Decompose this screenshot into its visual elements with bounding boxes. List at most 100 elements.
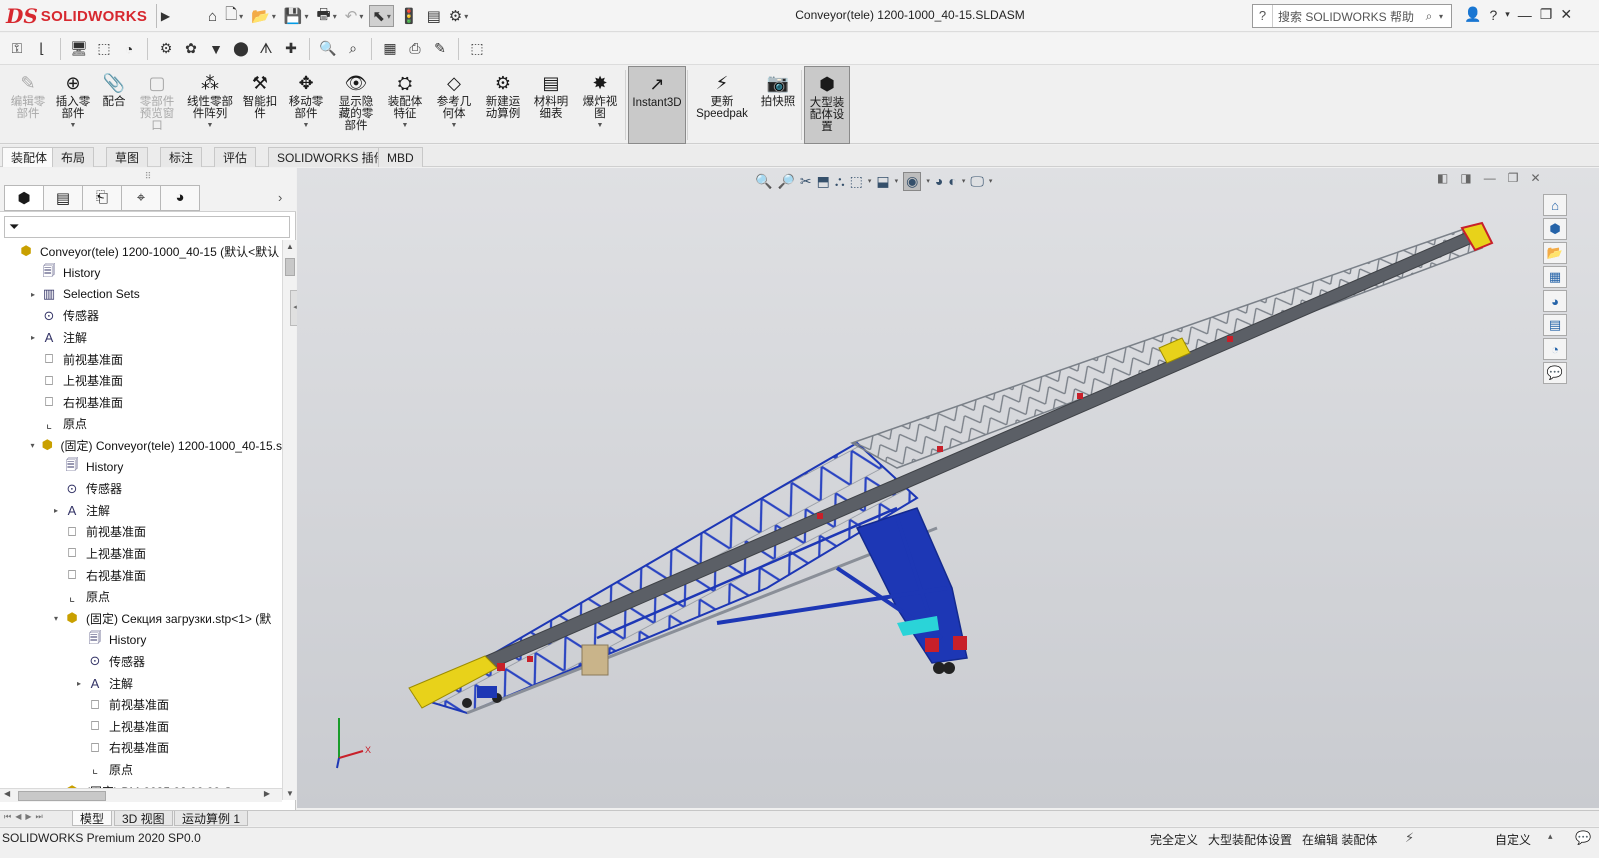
open-button[interactable]: 📂 ▾ <box>249 5 278 27</box>
hud-dropdown-icon[interactable]: ▾ <box>868 177 872 185</box>
search-icon[interactable]: ⌕ <box>1419 9 1439 24</box>
ribbon-button-8[interactable]: ⛭ 装配体 特征 ▼ <box>382 66 428 144</box>
toolbar2-icon-0[interactable]: ⚿ <box>6 38 28 60</box>
tree-horizontal-scrollbar[interactable]: ◀ ▶ <box>0 788 282 802</box>
tail-wheel-1[interactable] <box>462 698 472 708</box>
viewport-restore-button[interactable]: ❐ <box>1508 171 1519 185</box>
mast-wheel-red-2[interactable] <box>953 636 967 650</box>
bottom-tab-0[interactable]: 模型 <box>72 811 113 826</box>
toolbar2-icon-14[interactable]: ⎙ <box>404 38 426 60</box>
tab-5[interactable]: SOLIDWORKS 插件 <box>268 147 395 167</box>
select-tool-button[interactable]: ⬉ ▾ <box>369 5 394 27</box>
tree-node[interactable]: ⎕ 上视基准面 <box>0 715 282 737</box>
solidworks-logo[interactable]: DS SOLIDWORKS <box>6 2 152 30</box>
ribbon-button-1[interactable]: ⊕ 插入零 部件 ▼ <box>52 66 94 144</box>
ribbon-arrow-12[interactable]: ▼ <box>597 122 604 129</box>
hud-dropdown-icon[interactable]: ▾ <box>895 177 899 185</box>
panel-tab-4[interactable]: ◕ <box>160 184 200 211</box>
ribbon-arrow-1[interactable]: ▼ <box>70 122 77 129</box>
tree-node[interactable]: ▸ A 注解 <box>0 326 282 348</box>
minimize-button[interactable]: — <box>1518 7 1532 23</box>
options-button[interactable]: ⚙ ▾ <box>447 5 470 27</box>
hud-icon-4[interactable]: ⛬ <box>835 173 845 190</box>
undo-button[interactable]: ↶ ▾ <box>343 5 366 27</box>
tree-toggle-icon[interactable]: ▸ <box>27 290 39 299</box>
taskpane-icon-1[interactable]: ⬢ <box>1543 218 1567 240</box>
ribbon-button-3[interactable]: ▢ 零部件 预览窗口 <box>134 66 180 144</box>
taskpane-icon-6[interactable]: ◔ <box>1543 338 1567 360</box>
conveyor-model[interactable] <box>297 168 1599 808</box>
file-properties-button[interactable]: ▤ <box>425 5 443 27</box>
tab-0[interactable]: 装配体 <box>2 147 57 167</box>
tree-node[interactable]: ⎕ 右视基准面 <box>0 564 282 586</box>
hud-icon-0[interactable]: 🔍 <box>755 173 772 190</box>
restore-button[interactable]: ❐ <box>1540 6 1553 23</box>
bottom-tab-2[interactable]: 运动算例 1 <box>174 811 249 826</box>
ribbon-arrow-4[interactable]: ▼ <box>207 122 214 129</box>
bottom-nav-icon-1[interactable]: ◀ <box>15 812 21 822</box>
tree-node[interactable]: ⬢ Conveyor(tele) 1200-1000_40-15 (默认<默认 <box>0 240 282 262</box>
tree-toggle-icon[interactable]: ▸ <box>73 679 85 688</box>
hud-icon-5[interactable]: ⬚ <box>850 173 863 190</box>
tree-node[interactable]: ⊙ 传感器 <box>0 478 282 500</box>
hud-icon-2[interactable]: ✂ <box>800 173 812 190</box>
viewport-minimize-button[interactable]: — <box>1484 171 1496 185</box>
panel-tab-0[interactable]: ⬢ <box>4 184 44 211</box>
help-search-box[interactable]: ? 搜索 SOLIDWORKS 帮助 ⌕ ▾ <box>1252 4 1452 28</box>
toolbar2-icon-16[interactable]: ⬚ <box>466 38 488 60</box>
ribbon-button-10[interactable]: ⚙ 新建运 动算例 <box>480 66 526 144</box>
tree-toggle-icon[interactable]: ▾ <box>27 441 38 450</box>
tree-node[interactable]: ▸ A 注解 <box>0 499 282 521</box>
rebuild-status-icon[interactable]: ⚡ <box>1405 830 1414 846</box>
print-button[interactable]: 🖶 ▾ <box>315 5 339 27</box>
bottom-nav-icon-2[interactable]: ▶ <box>25 812 31 822</box>
hud-icon-6[interactable]: ⬓ <box>876 173 889 190</box>
taskpane-icon-0[interactable]: ⌂ <box>1543 194 1567 216</box>
tab-2[interactable]: 草图 <box>106 147 149 167</box>
tree-node[interactable]: ⌞ 原点 <box>0 413 282 435</box>
ribbon-button-5[interactable]: ⚒ 智能扣件 <box>240 66 280 144</box>
ribbon-button-13[interactable]: ↗ Instant3D <box>628 66 686 144</box>
ribbon-button-6[interactable]: ✥ 移动零 部件 ▼ <box>282 66 330 144</box>
ribbon-arrow-8[interactable]: ▼ <box>402 122 409 129</box>
tree-node[interactable]: ⎕ 右视基准面 <box>0 737 282 759</box>
hud-dropdown-icon[interactable]: ▾ <box>926 177 930 185</box>
scroll-thumb[interactable] <box>285 258 295 276</box>
toolbar2-icon-12[interactable]: ⌕ <box>342 38 364 60</box>
panel-tab-2[interactable]: ⎗ <box>82 184 122 211</box>
taskpane-icon-5[interactable]: ▤ <box>1543 314 1567 336</box>
hud-icon-8[interactable]: ◕ <box>935 173 943 189</box>
close-button[interactable]: ✕ <box>1560 6 1572 23</box>
tree-node[interactable]: ⎕ 前视基准面 <box>0 348 282 370</box>
tab-3[interactable]: 标注 <box>160 147 203 167</box>
toolbar2-icon-1[interactable]: ⌊ <box>31 38 53 60</box>
toolbar2-icon-10[interactable]: ✚ <box>280 38 302 60</box>
panel-tab-1[interactable]: ▤ <box>43 184 83 211</box>
hud-icon-1[interactable]: 🔎 <box>777 173 794 190</box>
message-icon[interactable]: 💬 <box>1575 830 1591 846</box>
panel-tabs-more-icon[interactable]: › <box>278 190 282 205</box>
tree-filter-input[interactable]: ⏷ <box>4 216 290 238</box>
toolbar2-icon-5[interactable]: ⚙ <box>155 38 177 60</box>
drive-box[interactable] <box>581 644 609 676</box>
ribbon-arrow-9[interactable]: ▼ <box>451 122 458 129</box>
toolbar2-icon-6[interactable]: ✿ <box>180 38 202 60</box>
viewport-next-icon[interactable]: ◨ <box>1460 171 1471 185</box>
tree-node[interactable]: ▾ ⬢ (固定) Секция загрузки.stp<1> (默 <box>0 607 282 629</box>
toolbar2-icon-13[interactable]: ▦ <box>379 38 401 60</box>
mast-wheel-red-1[interactable] <box>925 638 939 652</box>
filter-icon[interactable]: ⏷ <box>9 219 19 235</box>
toolbar2-icon-8[interactable]: ⬤ <box>230 38 252 60</box>
tree-node[interactable]: 🗐 History <box>0 262 282 284</box>
tree-node[interactable]: ⌞ 原点 <box>0 758 282 780</box>
ribbon-button-9[interactable]: ◇ 参考几 何体 ▼ <box>430 66 478 144</box>
tree-toggle-icon[interactable]: ▸ <box>27 333 39 342</box>
tree-toggle-icon[interactable]: ▸ <box>50 506 62 515</box>
tree-node[interactable]: 🗐 History <box>0 456 282 478</box>
toolbar2-icon-4[interactable]: ◔ <box>118 38 140 60</box>
hud-icon-9[interactable]: ◐ <box>948 173 956 189</box>
bottom-tab-1[interactable]: 3D 视图 <box>114 811 173 826</box>
taskpane-icon-7[interactable]: 💬 <box>1543 362 1567 384</box>
mast-wheel-2[interactable] <box>943 662 955 674</box>
tree-node[interactable]: ▸ A 注解 <box>0 672 282 694</box>
